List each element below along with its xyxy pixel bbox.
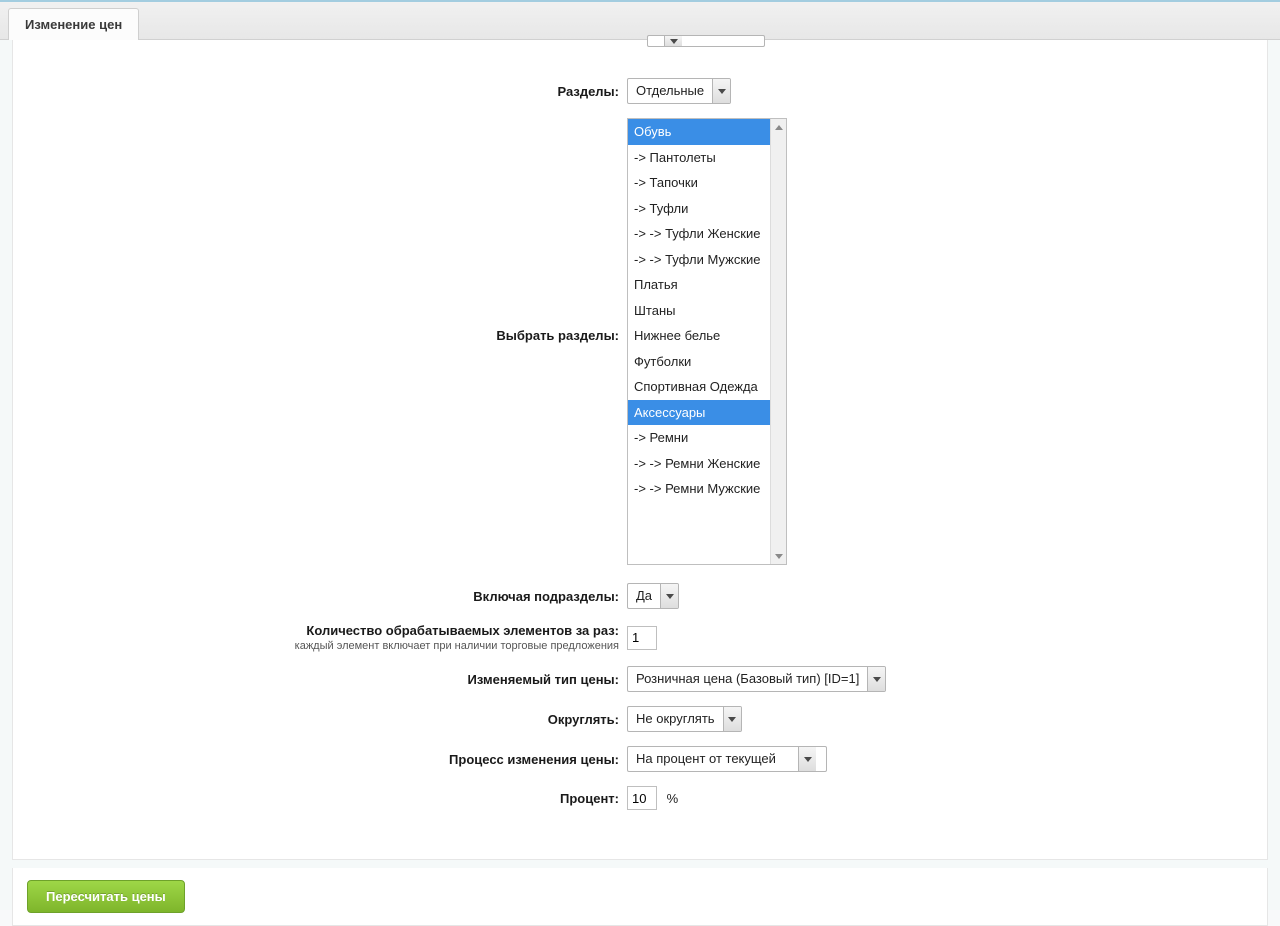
multiselect-option[interactable]: -> -> Ремни Женские xyxy=(628,451,786,477)
recalculate-button[interactable]: Пересчитать цены xyxy=(27,880,185,913)
multiselect-option[interactable]: -> Пантолеты xyxy=(628,145,786,171)
label-select-sections: Выбрать разделы: xyxy=(27,118,627,343)
multiselect-option[interactable]: Обувь xyxy=(628,119,786,145)
form-panel: Разделы: Отдельные Выбрать разделы: Обув… xyxy=(12,40,1268,860)
cutoff-text xyxy=(648,36,664,46)
multiselect-option[interactable]: Футболки xyxy=(628,349,786,375)
select-process-value: На процент от текущей xyxy=(628,747,798,771)
multiselect-option[interactable]: Платья xyxy=(628,272,786,298)
multiselect-option[interactable]: -> -> Туфли Мужские xyxy=(628,247,786,273)
chevron-down-icon[interactable] xyxy=(798,747,816,771)
chevron-down-icon[interactable] xyxy=(660,584,678,608)
chevron-down-icon[interactable] xyxy=(712,79,730,103)
chevron-down-icon[interactable] xyxy=(723,707,741,731)
tab-bar: Изменение цен xyxy=(0,2,1280,40)
label-batch-main: Количество обрабатываемых элементов за р… xyxy=(306,623,619,638)
label-batch-size: Количество обрабатываемых элементов за р… xyxy=(27,623,627,652)
label-round: Округлять: xyxy=(27,712,627,727)
input-batch-size[interactable] xyxy=(627,626,657,650)
multiselect-option[interactable]: Нижнее белье xyxy=(628,323,786,349)
multiselect-option[interactable]: Штаны xyxy=(628,298,786,324)
scrollbar[interactable] xyxy=(770,119,786,564)
select-sections[interactable]: Отдельные xyxy=(627,78,731,104)
label-process: Процесс изменения цены: xyxy=(27,752,627,767)
label-batch-sub: каждый элемент включает при наличии торг… xyxy=(27,640,619,652)
input-percent[interactable] xyxy=(627,786,657,810)
select-include-sub-value: Да xyxy=(628,584,660,608)
multiselect-option[interactable]: -> Ремни xyxy=(628,425,786,451)
label-price-type: Изменяемый тип цены: xyxy=(27,672,627,687)
multiselect-option[interactable]: Аксессуары xyxy=(628,400,786,426)
chevron-down-icon[interactable] xyxy=(867,667,885,691)
select-price-type[interactable]: Розничная цена (Базовый тип) [ID=1] xyxy=(627,666,886,692)
percent-suffix: % xyxy=(667,791,679,806)
select-include-sub[interactable]: Да xyxy=(627,583,679,609)
select-round[interactable]: Не округлять xyxy=(627,706,742,732)
multiselect-option[interactable]: -> Туфли xyxy=(628,196,786,222)
scroll-track[interactable] xyxy=(771,135,786,548)
chevron-down-icon[interactable] xyxy=(664,36,682,46)
label-include-sub: Включая подразделы: xyxy=(27,589,627,604)
select-process[interactable]: На процент от текущей xyxy=(627,746,827,772)
select-round-value: Не округлять xyxy=(628,707,723,731)
select-sections-value: Отдельные xyxy=(628,79,712,103)
multiselect-sections[interactable]: Обувь-> Пантолеты-> Тапочки-> Туфли-> ->… xyxy=(627,118,787,565)
multiselect-option[interactable]: -> Тапочки xyxy=(628,170,786,196)
multiselect-option[interactable]: -> -> Ремни Мужские xyxy=(628,476,786,502)
select-price-type-value: Розничная цена (Базовый тип) [ID=1] xyxy=(628,667,867,691)
label-sections: Разделы: xyxy=(27,84,627,99)
page: Изменение цен Разделы: Отдельные Выбрать… xyxy=(0,0,1280,910)
tab-price-change[interactable]: Изменение цен xyxy=(8,8,139,40)
scroll-up-icon[interactable] xyxy=(771,119,786,135)
scroll-down-icon[interactable] xyxy=(771,548,786,564)
multiselect-option[interactable]: Спортивная Одежда xyxy=(628,374,786,400)
footer-bar: Пересчитать цены xyxy=(12,868,1268,926)
cutoff-control xyxy=(647,34,767,46)
label-percent: Процент: xyxy=(27,791,627,806)
multiselect-option[interactable]: -> -> Туфли Женские xyxy=(628,221,786,247)
